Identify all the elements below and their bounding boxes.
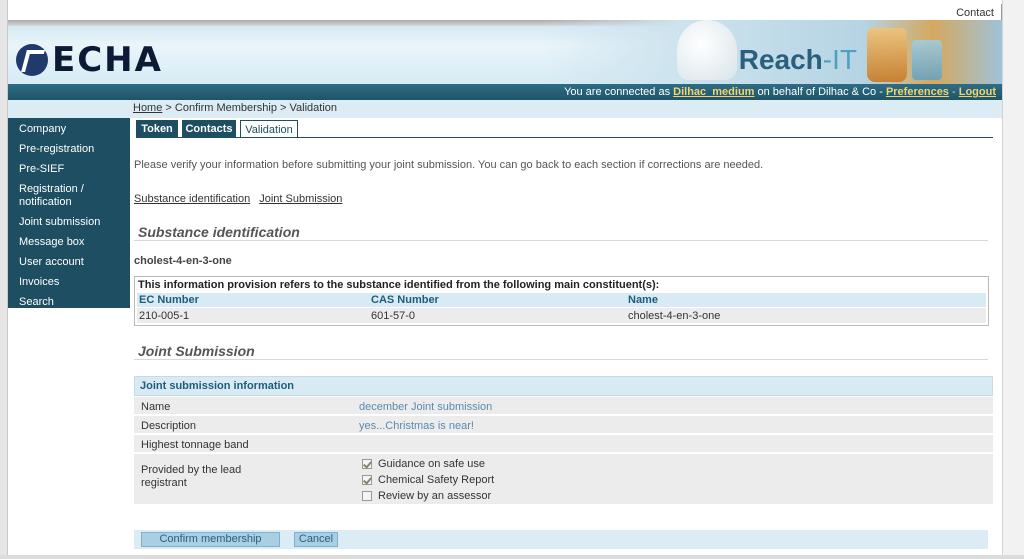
description-label: Description — [141, 420, 197, 432]
cancel-button[interactable]: Cancel — [294, 532, 338, 547]
list-item: Highest tonnage band — [134, 435, 993, 453]
app-title-main: Reach — [738, 44, 823, 75]
checkbox-assessor[interactable]: Review by an assessor — [362, 490, 491, 502]
checkbox-checked-icon[interactable] — [362, 459, 372, 469]
cell-cas-number: 601-57-0 — [371, 310, 416, 322]
checkbox-label: Chemical Safety Report — [378, 474, 495, 486]
intro-text: Please verify your information before su… — [134, 159, 764, 171]
contact-link[interactable]: Contact — [956, 7, 994, 19]
tonnage-label: Highest tonnage band — [141, 439, 249, 451]
sidebar-item-search[interactable]: Search — [8, 293, 130, 313]
window-frame-bottom — [0, 555, 1024, 559]
joint-submission-info: Joint submission information Name decemb… — [134, 376, 993, 505]
checkbox-label: Guidance on safe use — [378, 458, 486, 470]
preferences-link[interactable]: Preferences — [886, 86, 949, 98]
flask-icon — [867, 28, 907, 82]
table-header: EC Number CAS Number Name — [137, 293, 986, 307]
list-item: Name december Joint submission — [134, 397, 993, 415]
tab-underline — [136, 137, 993, 138]
window-frame-left — [0, 0, 8, 559]
substance-name: cholest-4-en-3-one — [134, 255, 232, 267]
logout-link[interactable]: Logout — [959, 86, 996, 98]
sidebar-item-pre-sief[interactable]: Pre-SIEF — [8, 160, 130, 180]
sidebar-item-pre-registration[interactable]: Pre-registration — [8, 140, 130, 160]
confirm-membership-button[interactable]: Confirm membership — [141, 532, 280, 547]
divider — [1001, 4, 1002, 20]
column-header-name: Name — [628, 294, 658, 306]
user-bar: You are connected as Dilhac_medium on be… — [8, 84, 1002, 100]
column-header-cas: CAS Number — [371, 294, 439, 306]
divider — [134, 240, 988, 241]
cell-name: cholest-4-en-3-one — [628, 310, 721, 322]
user-bar-separator: - — [952, 86, 956, 98]
top-bar: Contact — [8, 0, 1002, 20]
sidebar-item-registration[interactable]: Registration / notification — [8, 180, 98, 213]
provided-label: Provided by the lead registrant — [141, 464, 242, 489]
joint-section-title: Joint Submission — [138, 343, 255, 359]
name-label: Name — [141, 401, 171, 413]
checkbox-label: Review by an assessor — [378, 490, 492, 502]
breadcrumb: Home > Confirm Membership > Validation — [133, 102, 337, 114]
cell-ec-number: 210-005-1 — [139, 310, 190, 322]
table-row: 210-005-1 601-57-0 cholest-4-en-3-one — [137, 308, 986, 323]
app-title-suffix: -IT — [822, 44, 857, 75]
sidebar-item-company[interactable]: Company — [8, 120, 130, 140]
button-bar: Confirm membership Cancel — [134, 530, 988, 549]
checkbox-checked-icon[interactable] — [362, 475, 372, 485]
username-link[interactable]: Dilhac_medium — [673, 86, 754, 98]
app-title: Reach-IT — [739, 44, 857, 76]
substance-section-title: Substance identification — [138, 224, 300, 240]
column-header-ec: EC Number — [139, 294, 199, 306]
substance-identification-link[interactable]: Substance identification — [134, 193, 250, 205]
echa-logo[interactable]: ECHA — [16, 40, 163, 80]
user-bar-prefix: You are connected as — [564, 86, 671, 98]
glove-icon — [677, 20, 737, 80]
checkbox-csr[interactable]: Chemical Safety Report — [362, 474, 494, 486]
user-bar-middle: on behalf of Dilhac & Co - — [757, 86, 883, 98]
header-banner: ECHA Reach-IT — [8, 20, 1002, 84]
echa-logo-icon — [16, 44, 48, 76]
joint-info-title: Joint submission information — [134, 376, 993, 396]
breadcrumb-trail: > Confirm Membership > Validation — [165, 102, 338, 114]
breadcrumb-home-link[interactable]: Home — [133, 102, 162, 114]
sidebar-nav: Company Pre-registration Pre-SIEF Regist… — [8, 118, 130, 308]
checkbox-unchecked-icon[interactable] — [362, 491, 372, 501]
tab-validation[interactable]: Validation — [240, 120, 298, 138]
list-item: Description yes...Christmas is near! — [134, 416, 993, 434]
checkbox-guidance[interactable]: Guidance on safe use — [362, 458, 485, 470]
breadcrumb-bar: Home > Confirm Membership > Validation — [8, 100, 1002, 118]
description-value: yes...Christmas is near! — [359, 420, 474, 432]
tab-token[interactable]: Token — [136, 120, 178, 138]
divider — [134, 359, 988, 360]
name-value: december Joint submission — [359, 401, 493, 413]
joint-submission-link[interactable]: Joint Submission — [259, 193, 342, 205]
list-item: Provided by the lead registrant Guidance… — [134, 454, 993, 505]
sidebar-item-invoices[interactable]: Invoices — [8, 273, 130, 293]
constituents-caption: This information provision refers to the… — [138, 279, 660, 291]
sidebar-item-joint-submission[interactable]: Joint submission — [8, 213, 130, 233]
sidebar-item-user-account[interactable]: User account — [8, 253, 130, 273]
constituents-table: This information provision refers to the… — [134, 276, 989, 326]
logo-text: ECHA — [52, 40, 163, 80]
beaker-icon — [912, 40, 942, 80]
tab-contacts[interactable]: Contacts — [182, 120, 236, 138]
section-links: Substance identification Joint Submissio… — [134, 193, 348, 205]
sidebar-item-message-box[interactable]: Message box — [8, 233, 130, 253]
window-scrollbar[interactable] — [1002, 0, 1024, 559]
